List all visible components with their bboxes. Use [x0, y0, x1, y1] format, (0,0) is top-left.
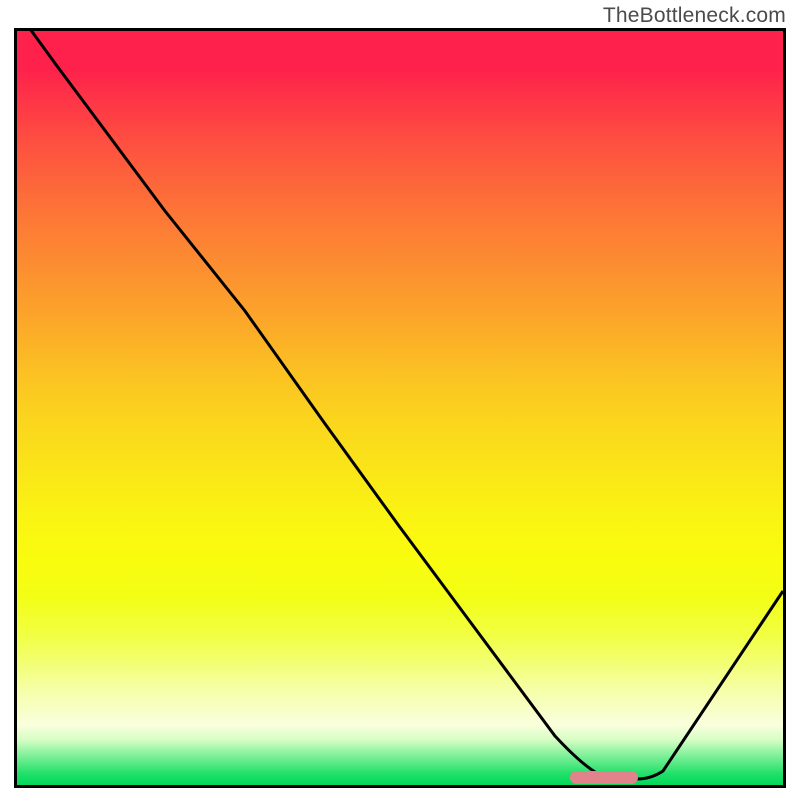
watermark-text: TheBottleneck.com: [603, 4, 786, 28]
bottleneck-curve-path: [17, 31, 783, 779]
optimal-range-marker: [570, 771, 638, 784]
chart-curve-svg: [17, 31, 783, 785]
bottleneck-chart: [14, 28, 786, 788]
